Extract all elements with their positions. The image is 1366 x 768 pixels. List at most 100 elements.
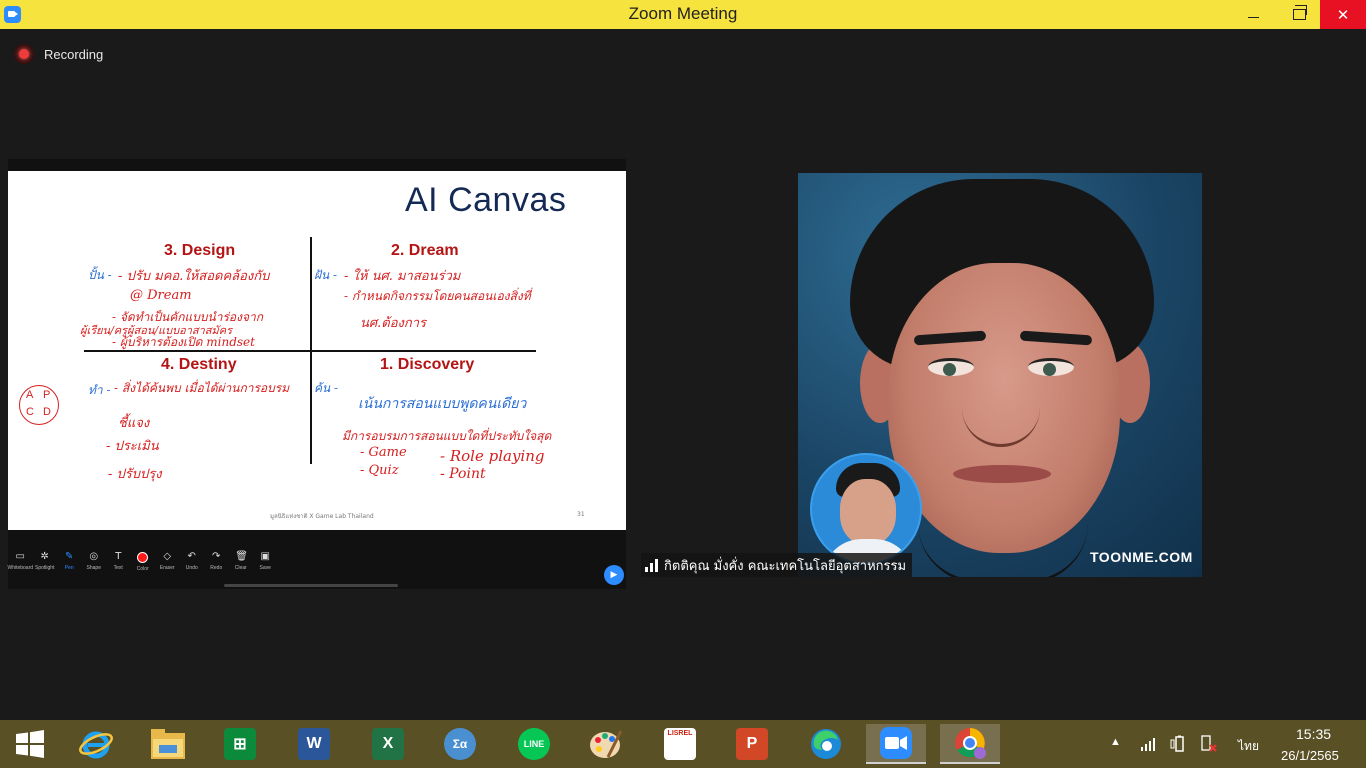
tool-label: Color [136,566,149,572]
tray-overflow-icon[interactable]: ▲ [1110,736,1121,748]
design-note-5: - ผู้บริหารต้องเปิด mindset [112,335,255,349]
save-icon: ▣ [260,551,270,562]
apcd-p: P [43,389,51,401]
taskbar-powerpoint[interactable]: P [722,724,782,764]
tool-clear[interactable]: 🗑 Clear [229,547,254,577]
clock-date[interactable]: 26/1/2565 [1281,748,1339,763]
tool-label: Spotlight [35,565,55,571]
taskbar-file-explorer[interactable] [138,724,198,764]
taskbar-paint[interactable] [576,724,636,764]
folder-icon [151,729,185,759]
dream-note-1: - ให้ นศ. มาสอนร่วม [344,269,461,284]
destiny-note-4: - ปรับปรุง [108,467,162,482]
annotation-toolbar: ▭ Whiteboard ✲ Spotlight ✎ Pen ◎ Shape T Text Colo… [7,547,286,577]
text-icon: T [115,551,122,562]
battery-icon[interactable] [1170,735,1188,753]
tool-save[interactable]: ▣ Save [253,547,278,577]
share-camera-button[interactable]: ▶ [604,565,624,585]
destiny-note-2: ชี้แจง [118,416,150,431]
quadrant-label-destiny: 4. Destiny [161,356,237,373]
tool-eraser[interactable]: ◇ Eraser [155,547,180,577]
apcd-d: D [43,406,51,418]
quadrant-label-dream: 2. Dream [391,242,459,259]
undo-icon: ↶ [187,551,196,562]
store-icon: ⊞ [224,728,256,760]
window-titlebar: Zoom Meeting ✕ [0,0,1366,29]
powerpoint-icon: P [736,728,768,760]
signal-strength-icon [645,558,658,572]
apcd-a: A [26,389,34,401]
tool-redo[interactable]: ↷ Redo [204,547,229,577]
dream-tag: ฝัน - [314,268,338,282]
clock-time[interactable]: 15:35 [1296,726,1331,742]
taskbar-chrome[interactable] [940,724,1000,764]
toonme-watermark: TOONME.COM [1090,549,1193,565]
participant-name-tag: กิตติคุณ มั่งคั่ง คณะเทคโนโลยีอุตสาหกรรม [641,553,913,577]
tool-label: Shape [86,565,101,571]
tool-shape[interactable]: ◎ Shape [82,547,107,577]
dream-note-3: นศ.ต้องการ [360,316,427,331]
left-eye [928,358,974,376]
close-button[interactable]: ✕ [1320,0,1366,29]
participant-video[interactable]: TOONME.COM [798,173,1202,577]
minimize-icon [1247,17,1259,18]
quadrant-label-discovery: 1. Discovery [380,356,475,373]
tool-pen[interactable]: ✎ Pen [57,547,82,577]
windows-start-icon [16,730,44,758]
avatar-face [840,479,896,545]
shared-screen: AI Canvas 3. Design 2. Dream 4. Destiny … [7,159,626,589]
pen-icon: ✎ [65,551,74,562]
word-icon: W [298,728,330,760]
volume-muted-icon[interactable] [1200,735,1218,753]
taskbar-edge[interactable] [796,724,856,764]
design-note-2: @ Dream [130,288,192,303]
mouth [953,465,1051,483]
math-icon: Σα [444,728,476,760]
participant-name: กิตติคุณ มั่งคั่ง คณะเทคโนโลยีอุตสาหกรรม [664,558,907,574]
recording-label: Recording [44,46,104,62]
taskbar-store[interactable]: ⊞ [210,724,270,764]
discovery-note-4: - Quiz [360,463,399,478]
right-eye [1028,358,1074,376]
tool-text[interactable]: T Text [106,547,131,577]
maximize-button[interactable] [1276,0,1322,29]
color-icon [137,552,149,563]
redo-icon: ↷ [212,551,221,562]
tool-color[interactable]: Color [131,547,156,577]
minimize-button[interactable] [1230,0,1276,29]
tool-label: Clear [234,565,247,571]
tool-label: Whiteboard [7,565,34,571]
taskbar-excel[interactable]: X [358,724,418,764]
destiny-tag: ทำ - [88,383,111,397]
start-button[interactable] [0,724,60,764]
taskbar-line[interactable]: LINE [504,724,564,764]
restore-icon [1292,5,1307,20]
excel-icon: X [372,728,404,760]
taskbar-word[interactable]: W [284,724,344,764]
whiteboard-icon: ▭ [15,551,25,562]
tool-whiteboard[interactable]: ▭ Whiteboard [7,547,34,577]
zoom-icon [880,727,912,759]
network-icon[interactable] [1140,736,1156,752]
discovery-tag: ค้น - [314,381,339,395]
quadrant-label-design: 3. Design [164,242,236,259]
participant-avatar [810,453,922,565]
edge-icon [811,729,841,759]
tool-label: Save [259,565,271,571]
share-scrollbar[interactable] [224,584,398,587]
taskbar-math[interactable]: Σα [430,724,490,764]
tool-spotlight[interactable]: ✲ Spotlight [33,547,58,577]
taskbar-lisrel[interactable]: LISREL [650,724,710,764]
jaw-outline [918,523,1088,577]
slide-page-number: 31 [577,511,585,518]
tool-label: Text [113,565,123,571]
spotlight-icon: ✲ [40,551,49,562]
input-language[interactable]: ไทย [1238,737,1259,756]
recording-indicator[interactable]: Recording [14,44,103,64]
tool-undo[interactable]: ↶ Undo [180,547,205,577]
slide-title: AI Canvas [405,181,567,219]
discovery-note-1: เน้นการสอนแบบพูดคนเดียว [358,396,527,412]
taskbar-zoom[interactable] [866,724,926,764]
taskbar-internet-explorer[interactable] [66,724,126,764]
apcd-c: C [26,406,34,418]
